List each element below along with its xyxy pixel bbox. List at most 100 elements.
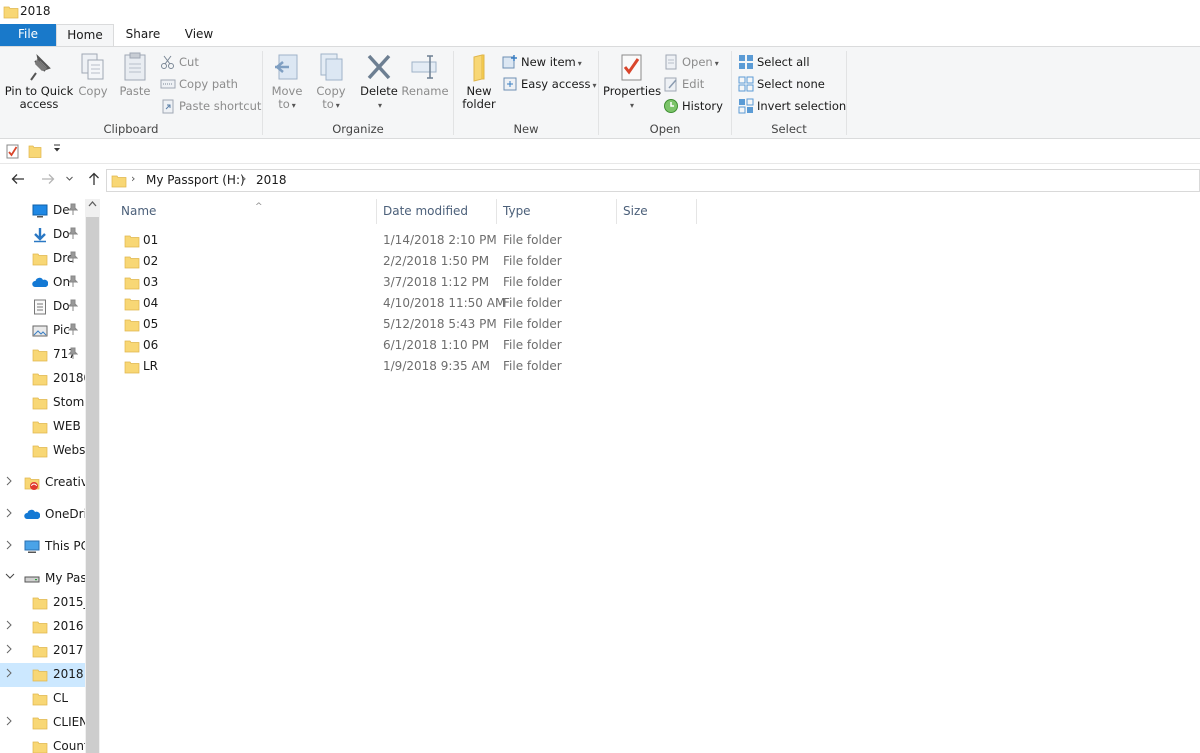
chevron-right-icon[interactable] [5,508,13,521]
chevron-right-icon[interactable] [5,668,13,681]
easy-access-button[interactable]: Easy access ▾ [502,74,597,94]
up-button[interactable] [84,172,104,190]
nav-item-count[interactable]: Count [0,735,85,753]
rename-button[interactable]: Rename [401,51,449,98]
paste-shortcut-button[interactable]: Paste shortcut [160,96,261,116]
copy-button[interactable]: Copy [76,51,110,98]
new-folder-icon[interactable] [28,144,42,159]
history-button[interactable]: History [663,96,723,116]
properties-check-icon[interactable] [6,144,20,159]
delete-x-icon [367,54,391,80]
nav-item-cl[interactable]: CL [0,687,85,711]
nav-item-20180[interactable]: 20180 [0,367,85,391]
column-header-size[interactable]: Size [617,199,697,224]
file-row[interactable]: LR 1/9/2018 9:35 AM File folder [121,356,701,377]
column-header-type[interactable]: Type [497,199,617,224]
copy-icon [81,53,104,80]
chevron-right-icon[interactable] [5,540,13,553]
tab-view[interactable]: View [176,24,222,46]
file-row[interactable]: 01 1/14/2018 2:10 PM File folder [121,230,701,251]
nav-item-stomp[interactable]: Stomp [0,391,85,415]
open-button[interactable]: Open ▾ [663,52,719,72]
nav-item-web[interactable]: WEB [0,415,85,439]
file-name: 03 [143,275,159,289]
nav-item-label: CL [53,691,69,705]
scrollbar-thumb[interactable] [86,217,99,753]
breadcrumb-chevron-icon[interactable]: › [242,172,246,185]
paste-button[interactable]: Paste [116,51,154,98]
back-button[interactable] [8,172,28,190]
pin-to-quick-access-button[interactable]: Pin to Quick access [4,51,74,111]
pictures-icon [32,325,48,337]
nav-item-2015-[interactable]: 2015_ [0,591,85,615]
nav-item-pic[interactable]: Pic [0,319,85,343]
nav-item-this-pc[interactable]: This PC [0,535,85,559]
nav-pane-scrollbar[interactable] [85,199,100,753]
address-bar[interactable]: › My Passport (H:) › 2018 [106,169,1200,192]
nav-item-creative[interactable]: Creative [0,471,85,495]
nav-item-websi[interactable]: Websi [0,439,85,463]
file-name: 02 [143,254,159,268]
folder-icon [32,741,48,753]
nav-item-2017[interactable]: 2017 [0,639,85,663]
file-row[interactable]: 05 5/12/2018 5:43 PM File folder [121,314,701,335]
move-to-button[interactable]: Move to ▾ [267,51,307,112]
breadcrumb-chevron-icon[interactable]: › [131,172,135,185]
column-header-name[interactable]: Name ^ [115,199,377,224]
copy-to-line1: Copy [316,84,346,98]
tab-home[interactable]: Home [56,24,114,47]
tab-share[interactable]: Share [118,24,168,46]
history-icon [664,98,678,113]
move-to-line1: Move [271,84,303,98]
copy-path-button[interactable]: Copy path [160,74,238,94]
chevron-right-icon[interactable] [5,620,13,633]
delete-button[interactable]: Delete ▾ [359,51,399,112]
nav-item-drc[interactable]: Drc [0,247,85,271]
properties-button[interactable]: Properties ▾ [603,51,662,112]
title-bar: 2018 [0,0,1200,24]
scroll-up-icon[interactable] [85,200,100,211]
chevron-right-icon[interactable] [5,644,13,657]
properties-label: Properties [603,84,662,98]
breadcrumb-current-folder[interactable]: 2018 [256,173,287,187]
nav-item-de[interactable]: De [0,199,85,223]
invert-selection-button[interactable]: Invert selection [738,96,846,116]
file-row[interactable]: 04 4/10/2018 11:50 AM File folder [121,293,701,314]
recent-locations-dropdown[interactable] [62,172,76,190]
cut-button[interactable]: Cut [160,52,199,72]
breadcrumb-drive[interactable]: My Passport (H:) [146,173,245,187]
file-row[interactable]: 02 2/2/2018 1:50 PM File folder [121,251,701,272]
edit-button[interactable]: Edit [663,74,704,94]
select-none-button[interactable]: Select none [738,74,825,94]
chevron-down-icon[interactable] [5,572,15,583]
nav-item-do[interactable]: Do [0,295,85,319]
nav-item-my-pas[interactable]: My Pas [0,567,85,591]
new-folder-button[interactable]: New folder [458,51,500,111]
nav-item-onedriv[interactable]: OneDriv [0,503,85,527]
select-all-button[interactable]: Select all [738,52,810,72]
customize-toolbar-dropdown[interactable] [52,142,62,157]
chevron-right-icon[interactable] [5,476,13,489]
navigation-pane: DeDoDrcOnDoPic71720180StompWEBWebsiCreat… [0,199,100,753]
column-header-date[interactable]: Date modified [377,199,497,224]
nav-item-2016-e[interactable]: 2016 E [0,615,85,639]
file-row[interactable]: 06 6/1/2018 1:10 PM File folder [121,335,701,356]
open-group-label: Open [649,122,681,136]
nav-item-clien[interactable]: CLIEN [0,711,85,735]
nav-item-2018[interactable]: 2018 [0,663,85,687]
tab-file[interactable]: File [0,24,56,46]
forward-button[interactable] [38,172,58,190]
copy-to-button[interactable]: Copy to ▾ [311,51,351,112]
nav-item-do[interactable]: Do [0,223,85,247]
new-item-button[interactable]: New item ▾ [502,52,582,72]
pin-label-line2: access [19,97,59,111]
chevron-down-icon: ▾ [714,59,719,68]
file-type: File folder [503,275,562,289]
chevron-right-icon[interactable] [5,716,13,729]
file-row[interactable]: 03 3/7/2018 1:12 PM File folder [121,272,701,293]
pin-icon [67,227,79,242]
folder-icon [124,277,140,290]
nav-item-on[interactable]: On [0,271,85,295]
history-label: History [682,99,723,113]
nav-item-717[interactable]: 717 [0,343,85,367]
